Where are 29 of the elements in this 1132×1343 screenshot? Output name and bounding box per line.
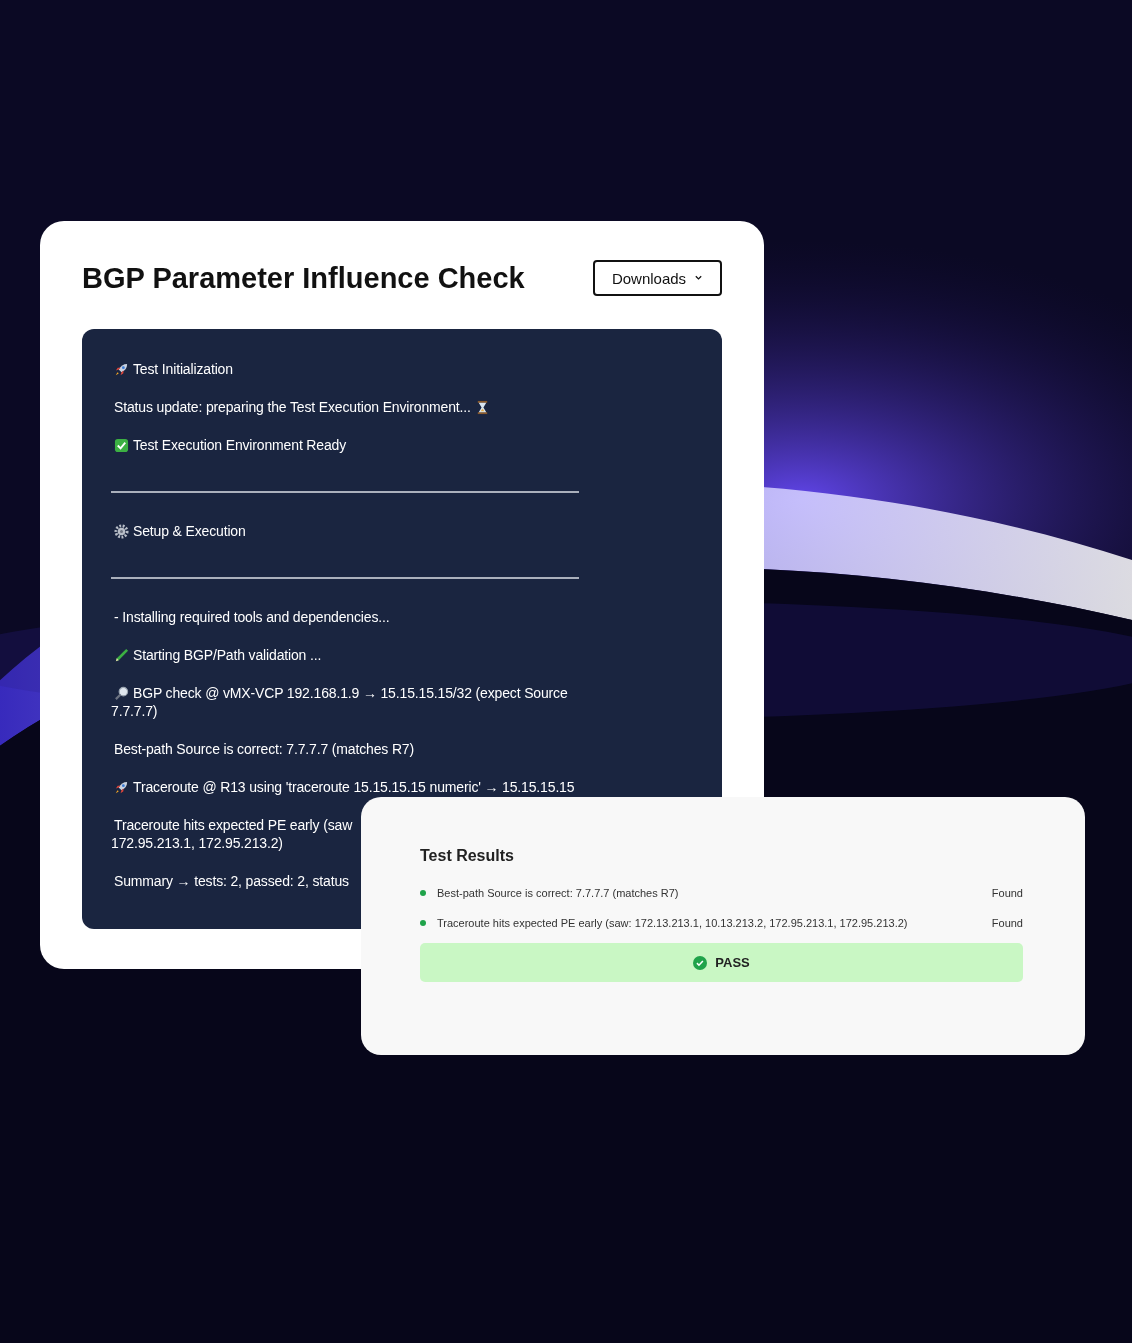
result-text: Best-path Source is correct: 7.7.7.7 (matches R7) [437,887,680,899]
check-circle-icon [693,955,708,970]
caret-icon [694,275,704,281]
log-line: Traceroute hits expected PE early (saw [114,817,353,833]
log-line: Summary → tests: 2, passed: 2, status [114,873,349,889]
log-line: Traceroute @ R13 using 'traceroute 15.15.15.15 numeric' → 15.15.15.15 [133,779,575,795]
result-text: Traceroute hits expected PE early (saw: 172.13.213.1, 10.13.213.2, 172.95.213.1, 172.95.213.2) [437,917,909,929]
log-line: Test Execution Environment Ready [133,437,347,453]
result-status: Found [991,917,1023,929]
log-line: 7.7.7.7) [111,703,158,719]
magnifier-icon [114,685,129,701]
log-line: 172.95.213.1, 172.95.213.2) [111,835,283,851]
log-line: Best-path Source is correct: 7.7.7.7 (matches R7) [114,741,414,757]
results-title: Test Results [420,847,515,865]
rocket-icon [114,361,129,377]
log-line: Starting BGP/Path validation ... [133,647,322,663]
log-line: Test Initialization [133,361,233,377]
log-line: BGP check @ vMX-VCP 192.168.1.9 → 15.15.15.15/32 (expect Source [133,685,568,701]
gear-icon [114,523,129,539]
log-line: - Installing required tools and dependencies... [114,609,390,625]
log-line: Status update: preparing the Test Execution Environment... [114,399,471,415]
rocket-icon [114,779,129,795]
check-icon [114,437,129,453]
page-title: BGP Parameter Influence Check [82,261,525,295]
result-status: Found [991,887,1023,899]
verdict-label: PASS [715,955,750,970]
downloads-button[interactable]: Downloads [593,260,722,296]
pencil-icon [114,647,129,663]
log-line: Setup & Execution [133,523,246,539]
